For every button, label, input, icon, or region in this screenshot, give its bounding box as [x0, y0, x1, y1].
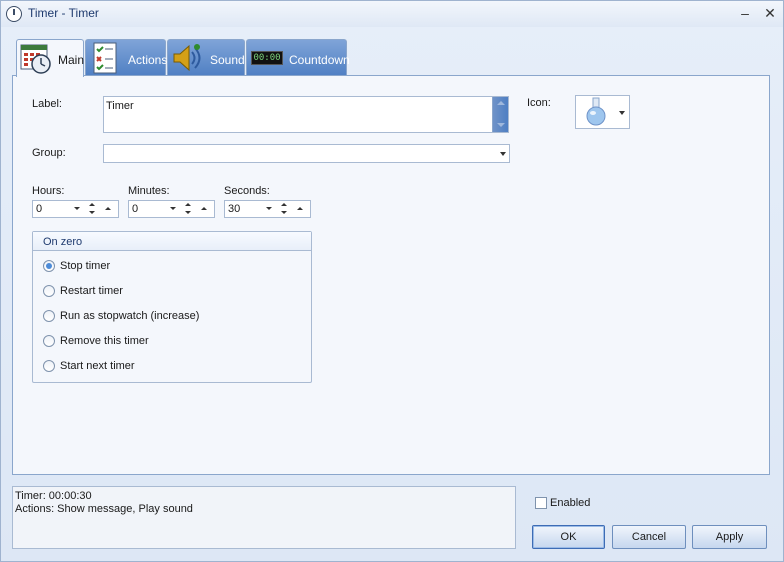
icon-dropdown-arrow[interactable] [619, 111, 625, 115]
hours-spinner[interactable]: 0 [32, 200, 119, 218]
on-zero-header: On zero [33, 232, 311, 251]
radio-label: Remove this timer [60, 335, 149, 347]
hours-increase-icon[interactable] [105, 207, 111, 210]
speaker-icon [173, 44, 201, 72]
minutes-value: 0 [132, 203, 139, 215]
countdown-display-text: 00:00 [253, 53, 281, 63]
hours-caption: Hours: [32, 185, 65, 197]
seconds-stepper[interactable] [279, 202, 289, 216]
hours-dropdown-icon[interactable] [74, 207, 80, 210]
seconds-increase-icon[interactable] [297, 207, 303, 210]
hours-stepper[interactable] [87, 202, 97, 216]
group-caption: Group: [32, 147, 66, 159]
radio-button[interactable] [43, 260, 55, 272]
cancel-button[interactable]: Cancel [612, 525, 686, 549]
icon-picker-button[interactable] [575, 95, 630, 129]
tab-actions-label: Actions [128, 53, 168, 67]
seconds-caption: Seconds: [224, 185, 270, 197]
minimize-button[interactable]: – [736, 4, 754, 22]
on-zero-group: On zero Stop timer Restart timer Run as … [32, 231, 312, 383]
on-zero-title: On zero [43, 236, 83, 248]
minutes-caption: Minutes: [128, 185, 170, 197]
main-tab-panel: Label: Timer Group: Icon: Hours: 0 Minut… [12, 75, 770, 475]
checklist-icon [93, 42, 117, 74]
seconds-value: 30 [228, 203, 241, 215]
icon-caption: Icon: [527, 97, 551, 109]
window-title: Timer - Timer [28, 6, 99, 20]
seconds-spinner[interactable]: 30 [224, 200, 311, 218]
timer-dialog: Timer - Timer – ✕ Main Actions Sound 00:… [0, 0, 784, 562]
label-input[interactable]: Timer [103, 96, 509, 133]
flask-icon [586, 97, 606, 126]
label-input-text: Timer [106, 100, 134, 112]
label-scrollbar[interactable] [492, 97, 508, 132]
group-combobox[interactable] [103, 144, 510, 163]
tab-countdown-label: Countdown [289, 53, 350, 67]
calendar-clock-icon [20, 44, 51, 74]
tab-main-label: Main [58, 53, 85, 67]
minutes-stepper[interactable] [183, 202, 193, 216]
summary-time: Timer: 00:00:30 [15, 490, 92, 502]
radio-label: Start next timer [60, 360, 135, 372]
chevron-down-icon[interactable] [500, 151, 506, 156]
radio-label: Stop timer [60, 260, 111, 272]
summary-actions: Actions: Show message, Play sound [15, 503, 193, 515]
tab-sound[interactable]: Sound [167, 39, 245, 76]
radio-button[interactable] [43, 285, 55, 297]
label-caption: Label: [32, 98, 62, 110]
scroll-up-icon[interactable] [497, 101, 505, 105]
seconds-dropdown-icon[interactable] [266, 207, 272, 210]
radio-button[interactable] [43, 335, 55, 347]
timer-summary: Timer: 00:00:30 Actions: Show message, P… [12, 486, 516, 549]
radio-label: Run as stopwatch (increase) [60, 310, 200, 322]
close-button[interactable]: ✕ [761, 4, 779, 22]
tab-main[interactable]: Main [16, 39, 84, 77]
digital-display-icon: 00:00 [251, 51, 283, 65]
tab-actions[interactable]: Actions [85, 39, 168, 76]
minutes-increase-icon[interactable] [201, 207, 207, 210]
scroll-down-icon[interactable] [497, 123, 505, 127]
minutes-dropdown-icon[interactable] [170, 207, 176, 210]
radio-button[interactable] [43, 310, 55, 322]
minutes-spinner[interactable]: 0 [128, 200, 215, 218]
title-bar: Timer - Timer – ✕ [1, 1, 783, 27]
radio-button[interactable] [43, 360, 55, 372]
enabled-checkbox[interactable] [535, 497, 547, 509]
enabled-label: Enabled [550, 497, 591, 509]
tab-countdown[interactable]: 00:00 Countdown [246, 39, 350, 76]
app-clock-icon [6, 6, 22, 22]
hours-value: 0 [36, 203, 43, 215]
tab-sound-label: Sound [210, 53, 245, 67]
ok-button[interactable]: OK [532, 525, 605, 549]
radio-label: Restart timer [60, 285, 123, 297]
apply-button[interactable]: Apply [692, 525, 767, 549]
